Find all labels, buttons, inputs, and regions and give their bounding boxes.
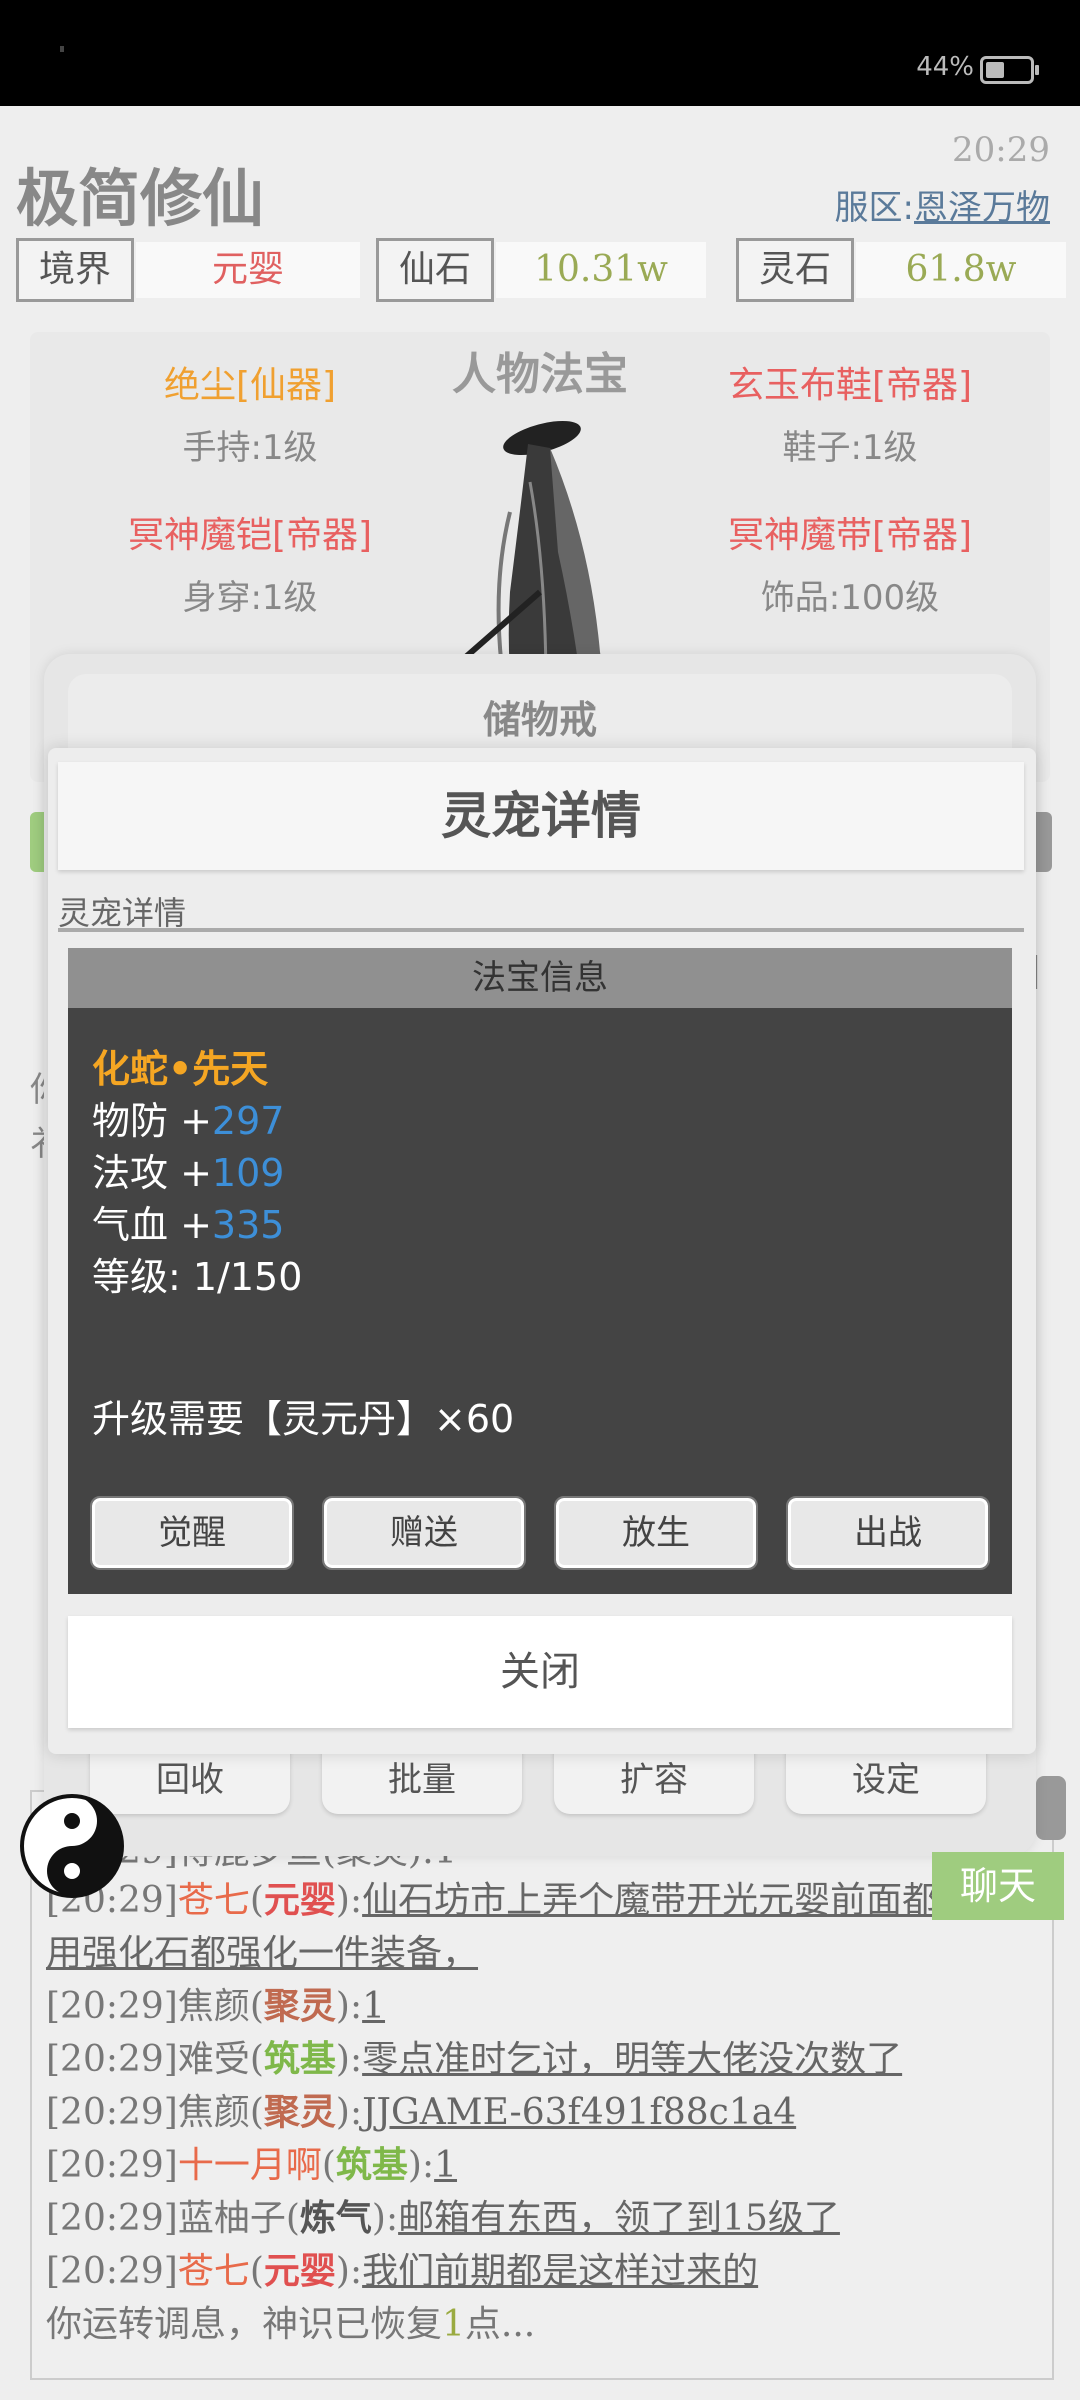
chat-user[interactable]: 十一月啊	[178, 2145, 322, 2186]
chat-panel[interactable]: [20:29]得鹿梦鱼(聚灵):1 [20:29]苍七(元婴):仙石坊市上弄个魔…	[30, 1790, 1054, 2380]
chat-panel-edge	[1036, 1776, 1066, 1840]
stat-value: 297	[211, 1099, 285, 1143]
release-button[interactable]: 放生	[554, 1496, 758, 1570]
chat-realm: 聚灵	[263, 2091, 336, 2133]
chat-realm: 元婴	[263, 1879, 336, 1921]
stat-level: 等级: 1/150	[92, 1255, 303, 1299]
gift-button[interactable]: 赠送	[322, 1496, 526, 1570]
system-number: 1	[442, 2304, 465, 2345]
status-dot	[60, 46, 64, 52]
battery-level-fill	[986, 62, 1005, 78]
status-bar: 44%	[0, 0, 1080, 106]
chat-realm: 筑基	[335, 2144, 408, 2186]
equip-shoes[interactable]: 玄玉布鞋[帝器] 鞋子:1级	[660, 356, 1040, 469]
chat-messages: [20:29]苍七(元婴):仙石坊市上弄个魔带开光元婴前面都要 用强化石都强化一…	[46, 1874, 1046, 2351]
app-title: 极简修仙	[16, 162, 265, 235]
equip-shoes-slot: 鞋子:1级	[782, 428, 918, 468]
game-clock: 20:29	[952, 130, 1050, 170]
chat-realm: 元婴	[263, 2250, 336, 2292]
pet-detail-header: 灵宠详情	[58, 762, 1024, 870]
chat-message[interactable]: 我们前期都是这样过来的	[362, 2251, 758, 2292]
chat-line: [20:29]焦颜(聚灵):1	[46, 1985, 386, 2027]
chat-user[interactable]: 苍七	[178, 1880, 250, 1921]
chat-line: [20:29]十一月啊(筑基):1	[46, 2144, 458, 2186]
chat-message[interactable]: 1	[362, 1986, 385, 2027]
equip-armor[interactable]: 冥神魔铠[帝器] 身穿:1级	[60, 506, 440, 619]
chat-button[interactable]: 聊天	[932, 1852, 1064, 1920]
stat-spirit-stones-label: 灵石	[736, 238, 854, 302]
equip-accessory[interactable]: 冥神魔带[帝器] 饰品:100级	[660, 506, 1040, 619]
system-text: 你运转调息，神识已恢复	[46, 2304, 443, 2345]
pet-detail-modal: 灵宠详情 灵宠详情 法宝信息 化蛇•先天 物防 +297 法攻 +109 气血 …	[48, 748, 1036, 1754]
chat-line: [20:29]苍七(元婴):仙石坊市上弄个魔带开光元婴前面都要	[46, 1879, 975, 1921]
equip-shoes-name: 玄玉布鞋[帝器]	[727, 365, 973, 406]
pet-info-card: 法宝信息 化蛇•先天 物防 +297 法攻 +109 气血 +335 等级: 1…	[68, 948, 1012, 1594]
deploy-button[interactable]: 出战	[786, 1496, 990, 1570]
equip-armor-name: 冥神魔铠[帝器]	[127, 515, 373, 556]
chat-time: [20:29]	[46, 2251, 178, 2292]
chat-line: [20:29]苍七(元婴):我们前期都是这样过来的	[46, 2250, 759, 2292]
chat-time: [20:29]	[46, 2145, 178, 2186]
upgrade-requirement: 升级需要【灵元丹】×60	[92, 1397, 515, 1441]
chat-realm: 筑基	[263, 2038, 336, 2080]
chat-message[interactable]: 1	[434, 2145, 457, 2186]
equip-weapon[interactable]: 绝尘[仙器] 手持:1级	[60, 356, 440, 469]
awaken-button[interactable]: 觉醒	[90, 1496, 294, 1570]
battery-percentage: 44%	[916, 52, 974, 82]
server-info: 服区:恩泽万物	[835, 180, 1050, 229]
server-label: 服区:	[834, 188, 914, 228]
chat-realm: 炼气	[299, 2197, 372, 2239]
chat-time: [20:29]	[46, 2039, 178, 2080]
stat-magic-attack: 法攻 +109	[92, 1142, 284, 1197]
info-card-title: 法宝信息	[68, 948, 1012, 1008]
equip-accessory-slot: 饰品:100级	[760, 578, 940, 618]
equip-accessory-name: 冥神魔带[帝器]	[727, 515, 973, 556]
chat-line: 用强化石都强化一件装备，	[46, 1927, 1046, 1980]
stat-health: 气血 +335	[92, 1194, 284, 1249]
chat-user[interactable]: 焦颜	[178, 1986, 250, 2027]
chat-message[interactable]: 零点准时乞讨，明等大佬没次数了	[362, 2039, 902, 2080]
close-button[interactable]: 关闭	[68, 1616, 1012, 1728]
stat-label: 气血 +	[92, 1203, 212, 1247]
chat-user[interactable]: 蓝柚子	[178, 2198, 286, 2239]
server-name-link[interactable]: 恩泽万物	[914, 188, 1050, 228]
yin-yang-icon[interactable]	[16, 1790, 128, 1902]
stat-immortal-stones-value: 10.31w	[496, 242, 706, 298]
stat-immortal-stones-label: 仙石	[376, 238, 494, 302]
chat-system-line: 你运转调息，神识已恢复1点...	[46, 2298, 1046, 2351]
chat-time: [20:29]	[46, 1986, 178, 2027]
stat-realm-label: 境界	[16, 238, 134, 302]
pet-name: 化蛇•先天	[92, 1047, 269, 1091]
battery-icon	[980, 56, 1039, 84]
stat-value: 109	[211, 1151, 285, 1195]
stat-physical-defense: 物防 +297	[92, 1090, 284, 1145]
chat-user[interactable]: 焦颜	[178, 2092, 250, 2133]
chat-user[interactable]: 苍七	[178, 2251, 250, 2292]
chat-line: [20:29]蓝柚子(炼气):邮箱有东西，领了到15级了	[46, 2197, 840, 2239]
chat-message[interactable]: 用强化石都强化一件装备，	[46, 1933, 478, 1974]
tab-underline	[58, 928, 1024, 932]
chat-message[interactable]: 仙石坊市上弄个魔带开光元婴前面都要	[362, 1880, 974, 1921]
stat-value: 335	[211, 1203, 285, 1247]
stat-spirit-stones-value: 61.8w	[856, 242, 1066, 298]
equip-armor-slot: 身穿:1级	[182, 578, 318, 618]
stat-label: 物防 +	[92, 1099, 212, 1143]
chat-line: [20:29]焦颜(聚灵):JJGAME-63f491f88c1a4	[46, 2091, 797, 2133]
equip-weapon-name: 绝尘[仙器]	[163, 365, 337, 406]
system-text-end: 点...	[464, 2304, 536, 2345]
chat-time: [20:29]	[46, 2092, 178, 2133]
chat-user[interactable]: 难受	[178, 2039, 250, 2080]
chat-message[interactable]: JJGAME-63f491f88c1a4	[362, 2092, 796, 2133]
stat-label: 法攻 +	[92, 1151, 212, 1195]
chat-time: [20:29]	[46, 2198, 178, 2239]
equip-weapon-slot: 手持:1级	[182, 428, 318, 468]
chat-line: [20:29]难受(筑基):零点准时乞讨，明等大佬没次数了	[46, 2038, 903, 2080]
stat-realm-value: 元婴	[136, 242, 360, 298]
chat-realm: 聚灵	[263, 1985, 336, 2027]
chat-message[interactable]: 邮箱有东西，领了到15级了	[398, 2198, 840, 2239]
